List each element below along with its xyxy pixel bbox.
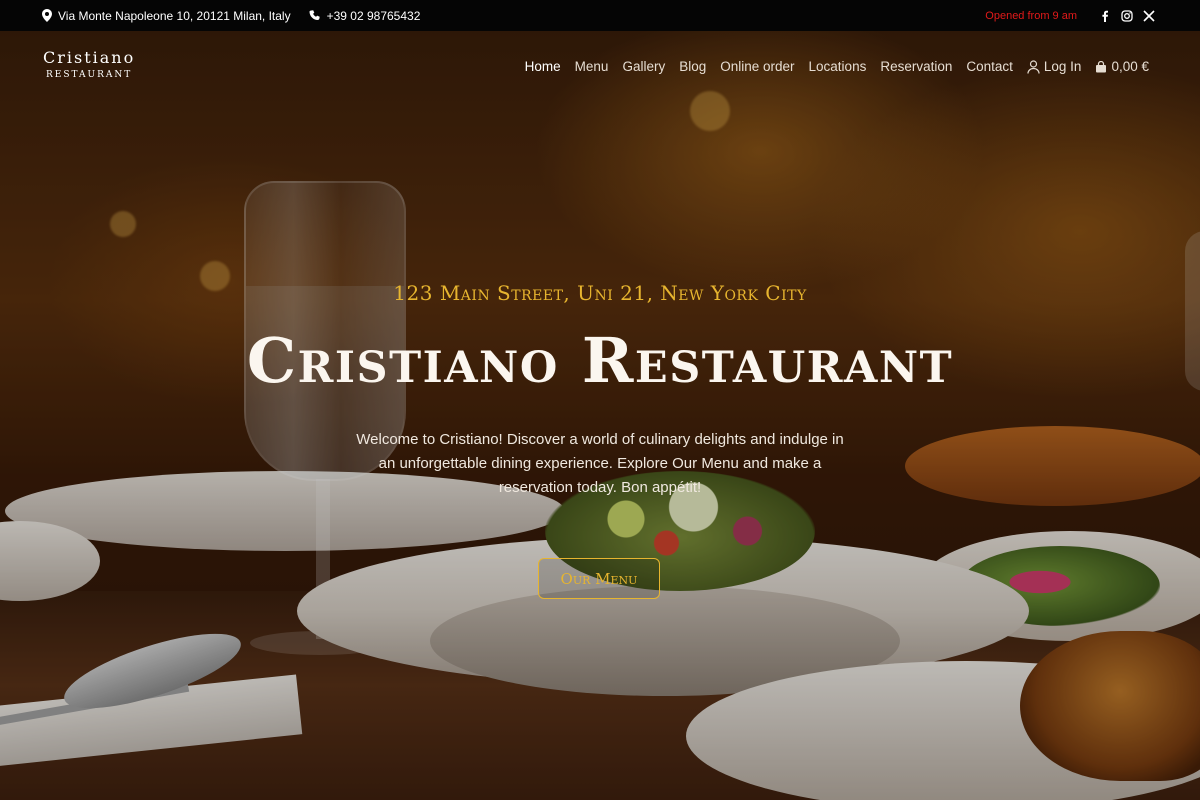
our-menu-button[interactable]: Our Menu	[538, 558, 660, 599]
phone-info[interactable]: +39 02 98765432	[309, 8, 421, 23]
nav-item-home[interactable]: Home	[525, 59, 561, 74]
site-logo[interactable]: Cristiano Restaurant	[43, 49, 135, 81]
nav-item-online-order[interactable]: Online order	[720, 59, 794, 74]
nav-item-gallery[interactable]: Gallery	[622, 59, 665, 74]
cart-total: 0,00 €	[1111, 59, 1149, 74]
hero-address: 123 Main Street, Uni 21, New York City	[393, 281, 807, 305]
phone-text: +39 02 98765432	[326, 8, 421, 23]
login-label: Log In	[1043, 59, 1082, 74]
address-text: Via Monte Napoleone 10, 20121 Milan, Ita…	[58, 8, 291, 23]
user-icon	[1027, 59, 1040, 74]
nav-item-contact[interactable]: Contact	[966, 59, 1013, 74]
phone-icon	[309, 9, 321, 22]
nav-item-blog[interactable]: Blog	[679, 59, 706, 74]
map-pin-icon	[42, 9, 52, 22]
shopping-bag-icon	[1096, 60, 1107, 72]
social-links	[1099, 9, 1155, 22]
opening-hours: Opened from 9 am	[985, 9, 1077, 22]
nav-item-locations[interactable]: Locations	[809, 59, 867, 74]
hero-content: 123 Main Street, Uni 21, New York City C…	[0, 31, 1200, 800]
logo-name: Cristiano	[43, 48, 136, 67]
nav-item-reservation[interactable]: Reservation	[880, 59, 952, 74]
top-info-bar: Via Monte Napoleone 10, 20121 Milan, Ita…	[0, 0, 1200, 31]
site-header: Cristiano Restaurant Home Menu Gallery B…	[0, 31, 1200, 103]
hero-description: Welcome to Cristiano! Discover a world o…	[356, 431, 844, 496]
address-info: Via Monte Napoleone 10, 20121 Milan, Ita…	[42, 9, 291, 23]
login-link[interactable]: Log In	[1027, 59, 1082, 74]
main-navigation: Home Menu Gallery Blog Online order Loca…	[525, 59, 1149, 74]
hero-title: Cristiano Restaurant	[246, 324, 954, 397]
x-icon[interactable]	[1143, 9, 1155, 22]
logo-subtitle: Restaurant	[45, 70, 133, 80]
nav-item-menu[interactable]: Menu	[575, 59, 609, 74]
facebook-icon[interactable]	[1099, 10, 1111, 22]
cart-link[interactable]: 0,00 €	[1095, 59, 1149, 74]
instagram-icon[interactable]	[1121, 9, 1133, 22]
